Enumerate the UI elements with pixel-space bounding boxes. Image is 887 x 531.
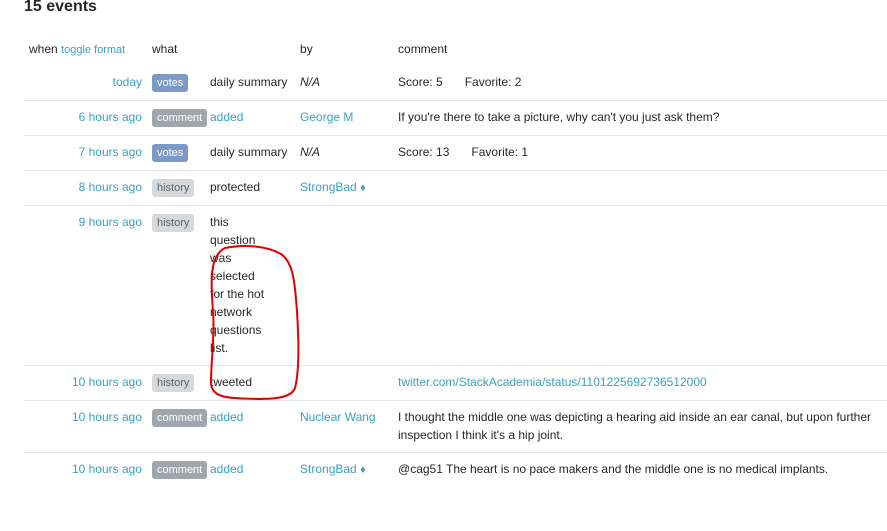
score-value: Score: 5 <box>398 75 443 89</box>
event-row: 9 hours ago history this question was se… <box>24 205 887 366</box>
user-link[interactable]: George M <box>300 110 353 124</box>
column-header-what: what <box>152 42 178 56</box>
user-link[interactable]: Nuclear Wang <box>300 410 376 424</box>
event-row: 10 hours ago comment added Nuclear Wang … <box>24 400 887 453</box>
event-comment: @cag51 The heart is no pace makers and t… <box>393 452 887 487</box>
event-time-cell: 6 hours ago <box>24 100 147 136</box>
event-type-cell: comment <box>147 100 208 136</box>
event-row: today votes daily summary N/A Score: 5 Fa… <box>24 66 887 101</box>
events-table: when toggle format what by comment today… <box>24 34 887 487</box>
event-row: 6 hours ago comment added George M If yo… <box>24 100 887 136</box>
event-time-link[interactable]: 8 hours ago <box>79 180 142 194</box>
event-row: 10 hours ago comment added StrongBad ♦ @… <box>24 452 887 487</box>
when-label: when <box>29 42 58 56</box>
event-type-badge: comment <box>152 409 208 427</box>
event-by-cell: George M <box>295 100 394 136</box>
column-header-by: by <box>300 42 313 56</box>
score-value: Score: 13 <box>398 145 450 159</box>
event-type-badge: comment <box>152 461 208 479</box>
user-link[interactable]: StrongBad <box>300 180 357 194</box>
event-row: 8 hours ago history protected StrongBad … <box>24 170 887 206</box>
event-what-link[interactable]: added <box>210 410 243 424</box>
column-header-when: when toggle format <box>24 34 147 66</box>
event-by <box>295 365 394 401</box>
event-time-link[interactable]: 10 hours ago <box>72 375 142 389</box>
event-comment-cell: Score: 5 Favorite: 2 <box>393 66 887 101</box>
event-time-cell: 10 hours ago <box>24 400 147 453</box>
tweet-link[interactable]: twitter.com/StackAcademia/status/1101225… <box>398 375 707 389</box>
event-by: N/A <box>295 135 394 171</box>
event-time-cell: 10 hours ago <box>24 365 147 401</box>
event-type-cell: votes <box>147 135 205 171</box>
column-header-comment: comment <box>398 42 448 56</box>
event-type-cell: comment <box>147 400 208 453</box>
event-comment <box>393 170 887 206</box>
event-what: this question was selected for the hot n… <box>205 205 296 366</box>
event-comment: If you're there to take a picture, why c… <box>393 100 887 136</box>
event-what: daily summary <box>210 75 288 89</box>
event-type-cell: history <box>147 365 205 401</box>
toggle-format-link[interactable]: toggle format <box>61 44 125 56</box>
event-by-cell: Nuclear Wang <box>295 400 394 453</box>
event-what-cell: added <box>205 100 296 136</box>
event-what-link[interactable]: added <box>210 462 243 476</box>
favorite-value: Favorite: 2 <box>464 75 522 89</box>
event-by-cell: StrongBad ♦ <box>295 170 394 206</box>
event-type-badge: votes <box>152 74 189 92</box>
event-time-link[interactable]: 10 hours ago <box>72 462 142 476</box>
event-time-cell: 8 hours ago <box>24 170 147 206</box>
moderator-diamond-icon: ♦ <box>360 182 366 194</box>
event-time-link[interactable]: 9 hours ago <box>79 215 142 229</box>
event-comment-cell: Score: 13 Favorite: 1 <box>393 135 887 171</box>
event-by-cell: StrongBad ♦ <box>295 452 394 487</box>
event-what: daily summary <box>205 135 296 171</box>
user-link[interactable]: StrongBad <box>300 462 357 476</box>
event-what: protected <box>205 170 296 206</box>
event-time-cell: 9 hours ago <box>24 205 147 366</box>
event-by: N/A <box>300 75 321 89</box>
favorite-value: Favorite: 1 <box>471 145 529 159</box>
event-time-link[interactable]: 6 hours ago <box>79 110 142 124</box>
event-time-cell: 7 hours ago <box>24 135 147 171</box>
event-time-link[interactable]: 10 hours ago <box>72 410 142 424</box>
event-type-badge: history <box>152 179 195 197</box>
event-type-badge: history <box>152 374 195 392</box>
event-type-badge: history <box>152 214 195 232</box>
event-type-badge: votes <box>152 144 189 162</box>
event-time-cell: today <box>24 66 147 101</box>
moderator-diamond-icon: ♦ <box>360 464 366 476</box>
event-type-badge: comment <box>152 109 208 127</box>
event-what: tweeted <box>205 365 296 401</box>
event-time-link[interactable]: today <box>113 75 142 89</box>
event-what-cell: added <box>205 400 296 453</box>
event-type-cell: comment <box>147 452 208 487</box>
event-row: 10 hours ago history tweeted twitter.com… <box>24 365 887 401</box>
event-comment: I thought the middle one was depicting a… <box>393 400 887 453</box>
event-type-cell: history <box>147 205 205 366</box>
event-what-link[interactable]: added <box>210 110 243 124</box>
event-time-cell: 10 hours ago <box>24 452 147 487</box>
event-type-cell: history <box>147 170 205 206</box>
event-what-cell: added <box>205 452 296 487</box>
event-comment-cell: twitter.com/StackAcademia/status/1101225… <box>393 365 887 401</box>
page-title: 15 events <box>24 0 97 15</box>
event-comment <box>393 205 887 366</box>
event-row: 7 hours ago votes daily summary N/A Scor… <box>24 135 887 171</box>
event-type-cell: votes <box>147 66 205 101</box>
event-time-link[interactable]: 7 hours ago <box>79 145 142 159</box>
event-by <box>295 205 394 366</box>
table-header-row: when toggle format what by comment <box>24 34 887 66</box>
